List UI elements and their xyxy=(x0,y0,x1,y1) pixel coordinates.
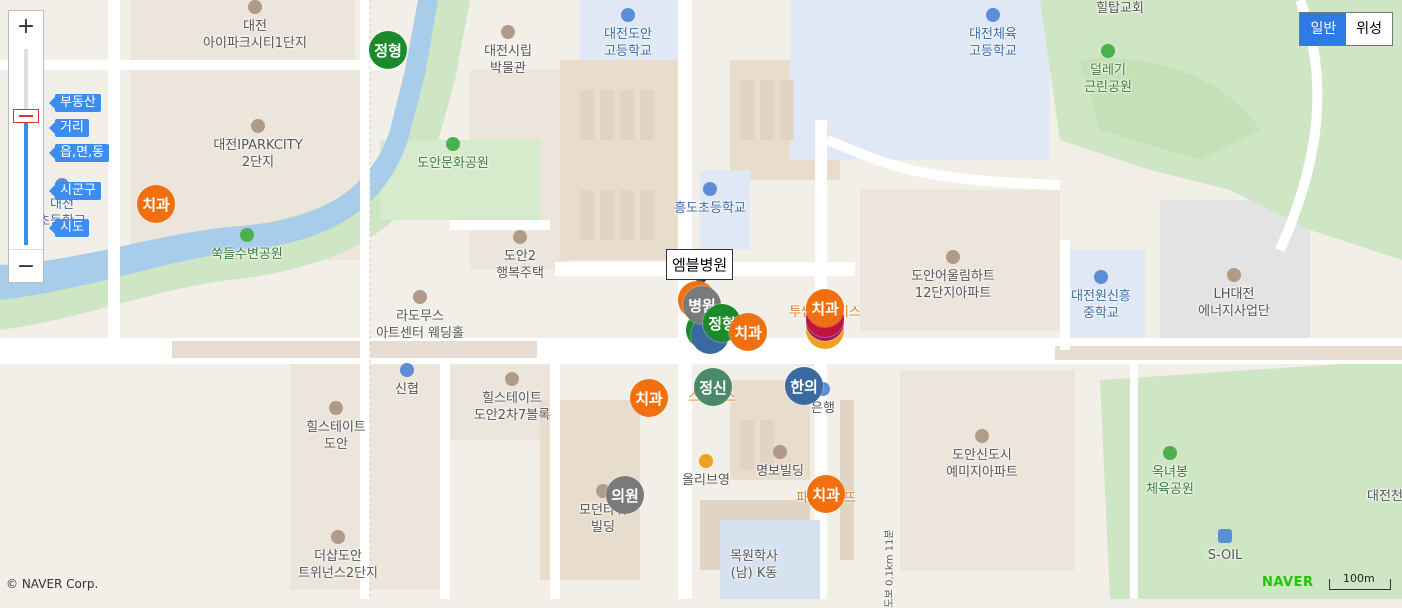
clinic-marker[interactable]: 치과 xyxy=(137,185,175,223)
clinic-marker[interactable]: 정신 xyxy=(694,368,732,406)
zoom-label-city[interactable]: 시군구 xyxy=(49,182,101,200)
place-label[interactable]: 더샵도안 트위넌스2단지 xyxy=(298,548,378,582)
place-label[interactable]: 힐스테이트 도안2차7블록 xyxy=(474,390,550,424)
hospital-tooltip[interactable]: 엠블병원 xyxy=(666,249,734,286)
place-label[interactable]: 대전시립 박물관 xyxy=(484,43,532,77)
zoom-out-button[interactable]: − xyxy=(9,251,43,281)
bld-icon xyxy=(505,372,519,386)
zoom-in-button[interactable]: + xyxy=(9,11,43,41)
place-label[interactable]: 도보 0.1km 11분 xyxy=(882,529,899,607)
bld-icon xyxy=(248,0,262,14)
bld-icon xyxy=(331,530,345,544)
bld-icon xyxy=(773,445,787,459)
bld-icon xyxy=(513,230,527,244)
place-label[interactable]: LH대전 에너지사업단 xyxy=(1198,286,1270,320)
place-label[interactable]: 대전체육 고등학교 xyxy=(969,26,1017,60)
place-label[interactable]: 흥도초등학교 xyxy=(674,200,746,217)
zoom-label-province[interactable]: 시도 xyxy=(49,219,89,237)
place-label[interactable]: 대전원신흥 중학교 xyxy=(1071,288,1131,322)
place-label[interactable]: 목원학사 (남) K동 xyxy=(730,548,778,582)
place-label[interactable]: S-OIL xyxy=(1208,547,1243,564)
zoom-control: + − xyxy=(8,10,44,283)
zoom-label-realestate[interactable]: 부동산 xyxy=(49,94,101,112)
park-icon xyxy=(446,137,460,151)
bld-icon xyxy=(251,119,265,133)
zoom-label-street[interactable]: 거리 xyxy=(49,119,89,137)
scale-bar xyxy=(1329,579,1391,590)
bld-icon xyxy=(413,290,427,304)
zoom-label-town[interactable]: 읍,면,동 xyxy=(48,144,110,162)
copyright: © NAVER Corp. xyxy=(6,577,99,591)
naver-logo[interactable]: NAVER xyxy=(1262,575,1314,590)
shop-icon xyxy=(699,454,713,468)
map-type-general[interactable]: 일반 xyxy=(1300,13,1347,45)
place-label[interactable]: 덜레기 근린공원 xyxy=(1084,62,1132,96)
clinic-marker[interactable]: 의원 xyxy=(606,476,644,514)
map-type-satellite[interactable]: 위성 xyxy=(1346,13,1392,45)
place-label[interactable]: 은행 xyxy=(811,400,835,417)
map-type-toggle: 일반 위성 xyxy=(1299,12,1393,46)
place-label[interactable]: 대전IPARKCITY 2단지 xyxy=(213,137,302,171)
place-label[interactable]: 대전 아이파크시티1단지 xyxy=(203,18,307,52)
place-label[interactable]: 도안2 행복주택 xyxy=(496,248,544,282)
place-label[interactable]: 힐탑교회 xyxy=(1096,0,1144,17)
place-label[interactable]: 올리브영 xyxy=(682,472,730,489)
place-label[interactable]: 명보빌딩 xyxy=(756,463,804,480)
clinic-marker[interactable]: 치과 xyxy=(729,313,767,351)
bld-icon xyxy=(946,250,960,264)
place-label[interactable]: 쑥들수변공원 xyxy=(211,246,283,263)
bld-icon xyxy=(501,25,515,39)
school-icon xyxy=(1094,270,1108,284)
school-icon xyxy=(703,182,717,196)
map-canvas[interactable]: 대전 아이파크시티1단지대전시립 박물관 대전도안 고등학교 대전체육 고등학교 힐탑교회덜레… xyxy=(0,0,1402,608)
place-label[interactable]: 도안어울림하트 12단지아파트 xyxy=(911,268,995,302)
clinic-marker[interactable]: 치과 xyxy=(630,379,668,417)
place-label[interactable]: 대전천 xyxy=(1367,488,1402,505)
clinic-marker[interactable]: 한의 xyxy=(785,367,823,405)
place-label[interactable]: 힐스테이트 도안 xyxy=(306,419,366,453)
place-label[interactable]: 대전도안 고등학교 xyxy=(604,26,652,60)
place-label[interactable]: 도안문화공원 xyxy=(417,155,489,172)
zoom-handle[interactable] xyxy=(13,109,39,123)
park-icon xyxy=(1163,446,1177,460)
bld-icon xyxy=(1227,268,1241,282)
clinic-marker[interactable]: 정형 xyxy=(369,31,407,69)
school-icon xyxy=(621,8,635,22)
place-label[interactable]: 옥녀봉 체육공원 xyxy=(1146,464,1194,498)
park-icon xyxy=(1101,44,1115,58)
bank-icon xyxy=(400,363,414,377)
park-icon xyxy=(240,228,254,242)
school-icon xyxy=(986,8,1000,22)
gas-icon xyxy=(1218,529,1232,543)
bld-icon xyxy=(975,429,989,443)
bld-icon xyxy=(329,401,343,415)
place-label[interactable]: 신협 xyxy=(395,381,419,398)
clinic-marker[interactable]: 치과 xyxy=(807,475,845,513)
place-label[interactable]: 도안신도시 예미지아파트 xyxy=(946,447,1018,481)
place-label[interactable]: 라도무스 아트센터 웨딩홀 xyxy=(376,308,464,342)
clinic-marker[interactable]: 치과 xyxy=(806,289,844,327)
zoom-level-fill xyxy=(24,117,28,245)
